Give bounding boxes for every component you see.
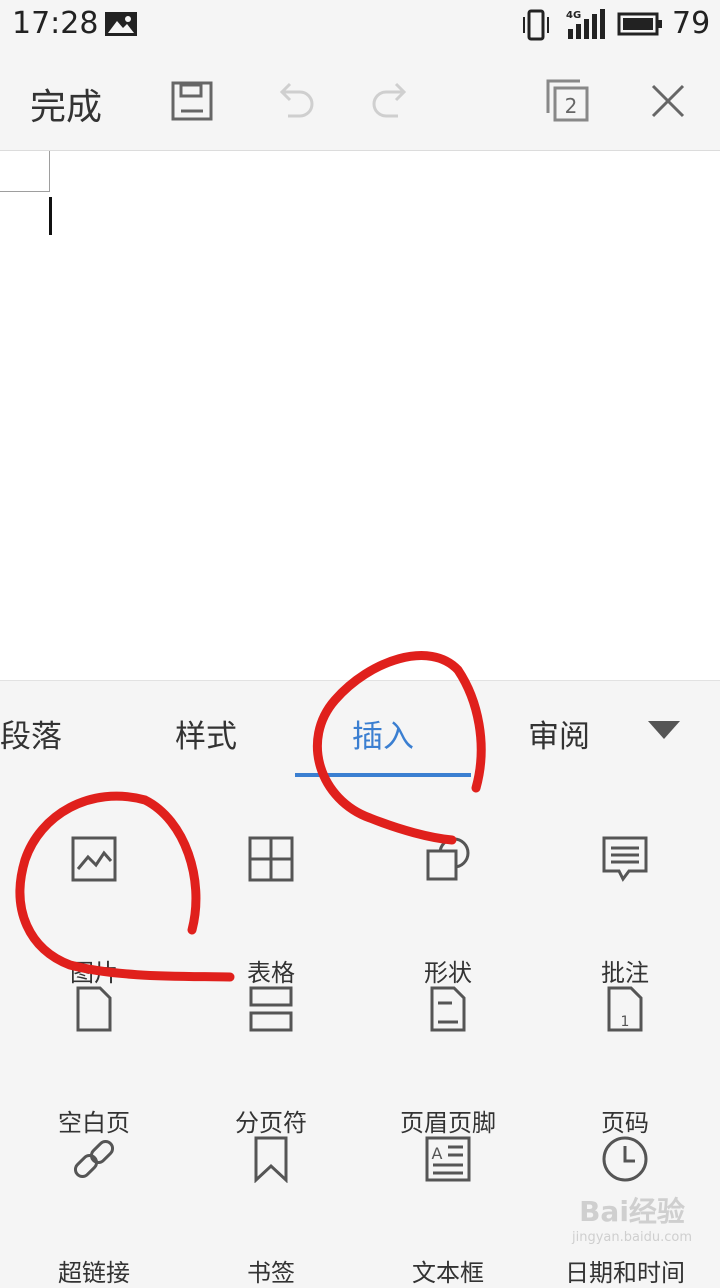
page-number-icon: 1	[607, 986, 643, 1032]
tab-paragraph[interactable]: 段落	[0, 711, 62, 756]
item-label: 表格	[247, 959, 295, 987]
watermark-url: jingyan.baidu.com	[572, 1230, 692, 1245]
active-tab-indicator	[295, 773, 471, 777]
chevron-down-icon[interactable]	[648, 721, 680, 739]
insert-image-button[interactable]: 图片	[6, 835, 182, 987]
network-type: 4G	[566, 10, 581, 21]
item-label: 页眉页脚	[400, 1109, 496, 1137]
item-label: 页码	[601, 1109, 649, 1137]
page-margin-mark	[0, 151, 50, 192]
tab-style[interactable]: 样式	[175, 711, 237, 756]
tab-insert[interactable]: 插入	[352, 711, 414, 756]
image-icon	[71, 836, 117, 882]
table-icon	[248, 836, 294, 882]
windows-count: 2	[565, 94, 578, 118]
save-icon[interactable]	[171, 81, 213, 121]
document-canvas[interactable]	[0, 151, 720, 680]
header-footer-icon	[430, 986, 466, 1032]
item-label: 图片	[70, 959, 118, 987]
clock-icon	[602, 1136, 648, 1182]
tab-review[interactable]: 审阅	[528, 711, 590, 756]
text-box-icon: A	[425, 1136, 471, 1182]
insert-text-box-button[interactable]: A 文本框	[360, 1135, 536, 1287]
insert-table-button[interactable]: 表格	[183, 835, 359, 987]
watermark: Bai经验 jingyan.baidu.com	[552, 1190, 712, 1245]
insert-shape-button[interactable]: 形状	[360, 835, 536, 987]
insert-page-number-button[interactable]: 1 页码	[537, 985, 713, 1137]
bookmark-icon	[254, 1136, 288, 1183]
insert-blank-page-button[interactable]: 空白页	[6, 985, 182, 1137]
editor-toolbar: 完成 2	[0, 50, 720, 151]
windows-switch-icon[interactable]: 2	[546, 79, 590, 123]
text-cursor	[49, 197, 52, 235]
item-label: 书签	[247, 1259, 295, 1287]
vibrate-icon	[523, 9, 549, 41]
signal-icon: 4G	[566, 9, 605, 39]
done-button[interactable]: 完成	[30, 78, 102, 130]
insert-bookmark-button[interactable]: 书签	[183, 1135, 359, 1287]
insert-comment-button[interactable]: 批注	[537, 835, 713, 987]
item-label: 形状	[424, 959, 472, 987]
item-label: 日期和时间	[565, 1259, 685, 1287]
item-label: 空白页	[58, 1109, 130, 1137]
insert-header-footer-button[interactable]: 页眉页脚	[360, 985, 536, 1137]
item-label: 分页符	[235, 1109, 307, 1137]
item-label: 批注	[601, 959, 649, 987]
status-bar: 17:28 4G 79	[0, 0, 720, 50]
insert-hyperlink-button[interactable]: 超链接	[6, 1135, 182, 1287]
comment-icon	[602, 836, 648, 882]
gallery-notification-icon	[105, 12, 137, 36]
battery-level: 79	[672, 6, 711, 41]
watermark-logo: Bai经验	[579, 1195, 685, 1228]
page-break-icon	[249, 986, 293, 1032]
insert-page-break-button[interactable]: 分页符	[183, 985, 359, 1137]
battery-icon	[617, 12, 662, 36]
hyperlink-icon	[73, 1139, 115, 1179]
status-time: 17:28	[12, 6, 99, 41]
shape-icon	[426, 837, 470, 881]
blank-page-icon	[76, 986, 112, 1032]
ribbon-tabs: 段落 样式 插入 审阅	[0, 680, 720, 779]
undo-icon[interactable]	[272, 82, 316, 120]
svg-text:A: A	[432, 1144, 443, 1163]
item-label: 文本框	[412, 1259, 484, 1287]
close-icon[interactable]	[650, 83, 686, 119]
redo-icon[interactable]	[370, 82, 414, 120]
svg-text:1: 1	[621, 1014, 630, 1030]
item-label: 超链接	[58, 1259, 130, 1287]
